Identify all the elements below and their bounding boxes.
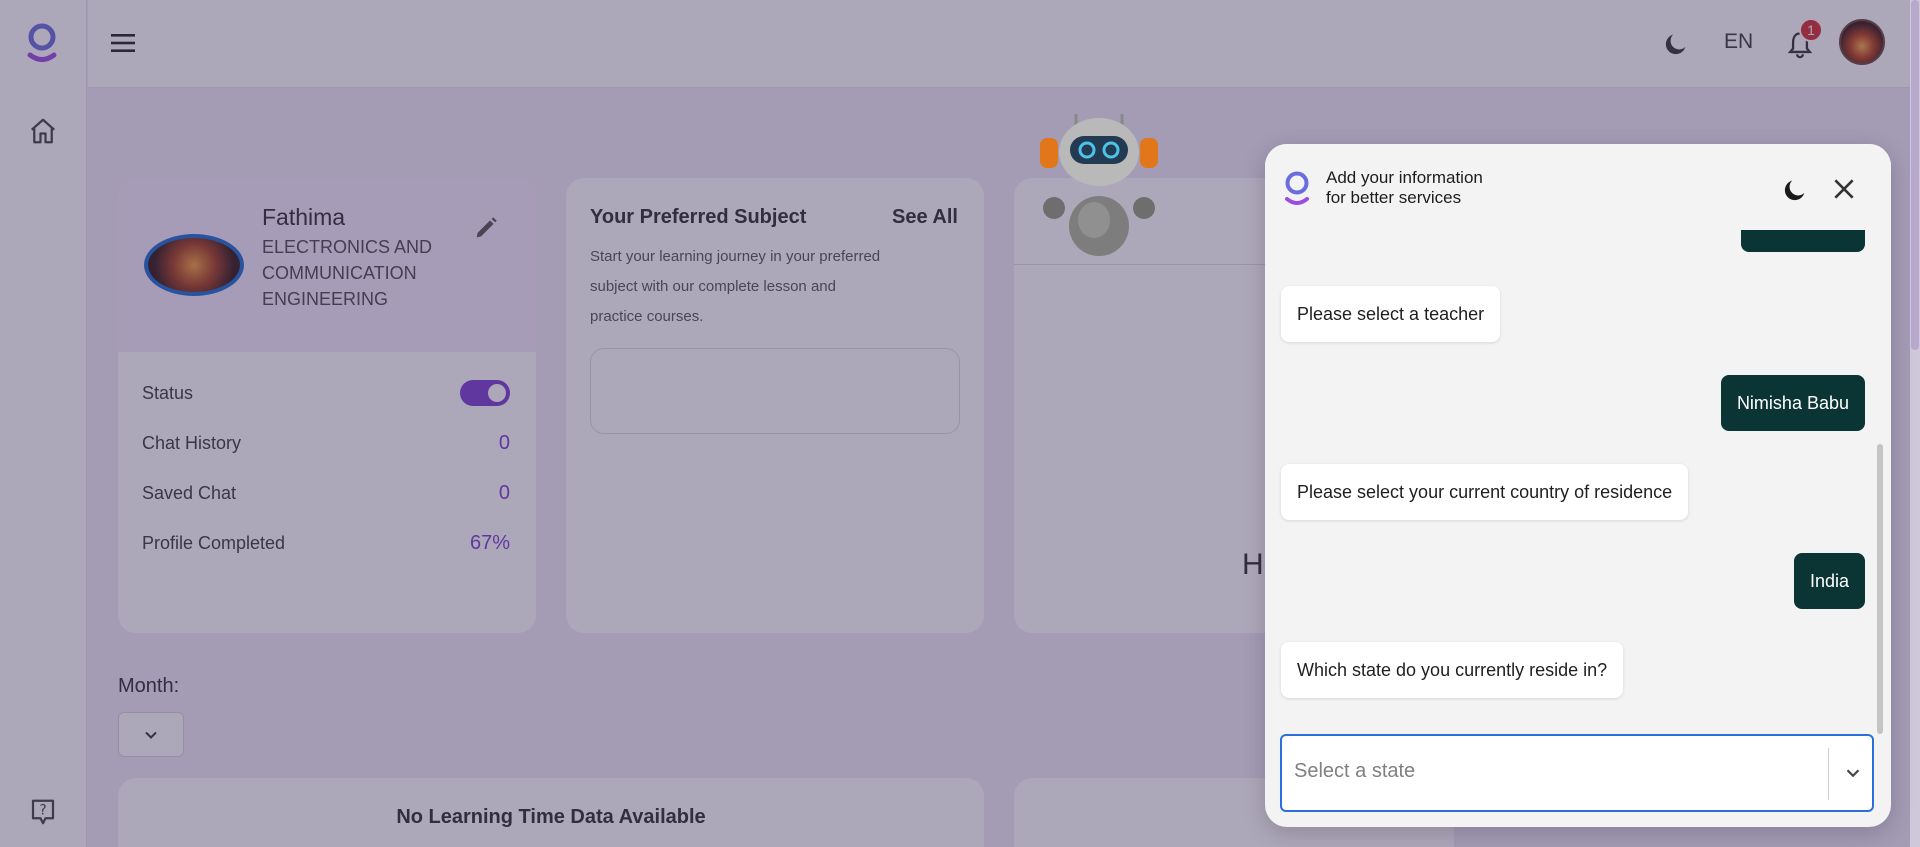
chat-message-bot: Please select a teacher [1281,286,1501,342]
chat-message-user: Nimisha Babu [1720,375,1865,431]
chat-messages: Semester 1 Please select a teacher Nimis… [1265,196,1891,725]
chat-message-bot: Please select your current country of re… [1281,464,1689,520]
chat-title: Add your information for better services [1326,168,1483,208]
chat-title-line2: for better services [1326,188,1462,207]
page-scrollbar[interactable] [1910,0,1920,847]
chat-message-bot: Which state do you currently reside in? [1281,642,1624,698]
chat-dialog: Add your information for better services… [1265,144,1891,827]
chat-title-line1: Add your information [1326,168,1483,187]
chat-logo-icon [1285,171,1309,205]
select-divider [1828,748,1829,800]
robot-mascot-icon [1040,114,1158,256]
dark-mode-moon-icon[interactable] [1781,176,1809,204]
page-scrollbar-thumb[interactable] [1911,0,1919,350]
chat-message-user: India [1793,553,1865,609]
state-select-placeholder: Select a state [1294,760,1416,782]
close-icon[interactable] [1831,176,1857,202]
chat-header: Add your information for better services [1265,144,1891,230]
chevron-down-icon[interactable] [1842,762,1864,784]
state-select[interactable]: Select a state [1280,734,1874,812]
chat-scrollbar[interactable] [1877,444,1883,734]
